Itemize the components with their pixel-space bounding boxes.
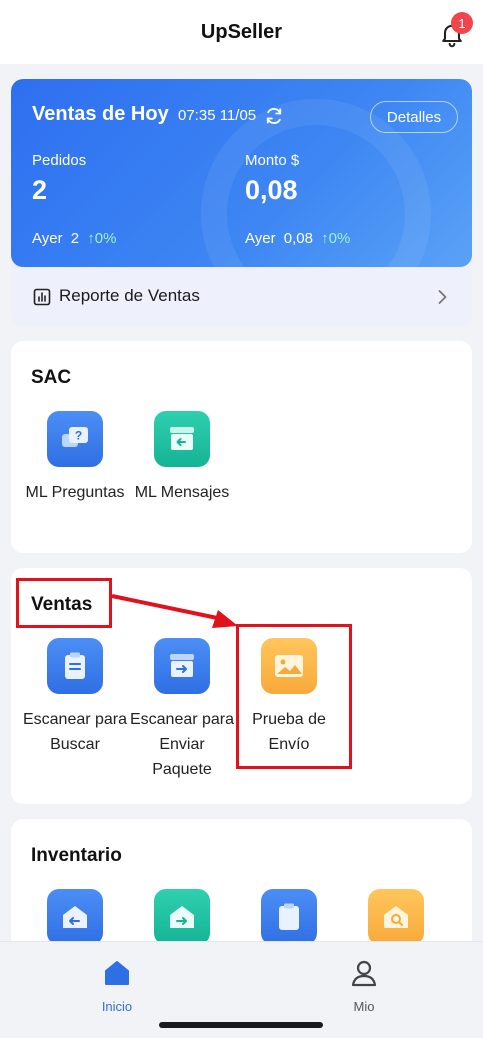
orders-change: ↑0% (87, 230, 117, 247)
orders-label: Pedidos (32, 152, 87, 169)
sales-report-label: Reporte de Ventas (59, 286, 200, 305)
inventario-title: Inventario (31, 845, 122, 866)
tile-label: Escanear para Enviar Paquete (129, 711, 235, 778)
tile-inventory-search[interactable] (343, 889, 449, 941)
amount-yesterday-label: Ayer (245, 230, 276, 247)
amount-yesterday-value: 0,08 (283, 230, 313, 247)
clipboard-icon (47, 638, 103, 694)
bar-chart-icon (33, 288, 51, 306)
home-indicator (159, 1022, 323, 1028)
chevron-right-icon (438, 290, 447, 304)
amount-change: ↑0% (321, 230, 351, 247)
sales-time: 07:35 11/05 (178, 107, 257, 124)
svg-text:?: ? (75, 429, 82, 443)
tile-label: Escanear para Buscar (22, 711, 128, 753)
tile-escanear-enviar[interactable]: Escanear para Enviar Paquete (129, 638, 235, 782)
app-title: UpSeller (200, 20, 283, 43)
top-bar: UpSeller (0, 0, 483, 64)
tile-ml-preguntas[interactable]: ? ML Preguntas (22, 411, 128, 505)
amount-label: Monto $ (245, 152, 300, 169)
stock-in-icon (47, 889, 103, 941)
main-content[interactable]: Ventas de Hoy 07:35 11/05 Detalles Pedid… (0, 64, 483, 941)
sales-report-row[interactable]: Reporte de Ventas (11, 267, 472, 327)
orders-yesterday: Ayer 2 ↑0% (32, 230, 116, 247)
amount-yesterday: Ayer 0,08 ↑0% (245, 230, 350, 247)
orders-yesterday-value: 2 (70, 230, 80, 247)
sales-title: Ventas de Hoy (32, 103, 169, 125)
tile-inventory-list[interactable] (236, 889, 342, 941)
stock-out-icon (154, 889, 210, 941)
sales-today-card: Ventas de Hoy 07:35 11/05 Detalles Pedid… (11, 79, 472, 327)
inventory-search-icon (368, 889, 424, 941)
highlight-box-prueba-envio (236, 624, 352, 769)
tile-label: ML Preguntas (25, 484, 125, 501)
home-icon (105, 961, 129, 985)
inventario-section: Inventario (11, 819, 472, 941)
tile-ml-mensajes[interactable]: ML Mensajes (129, 411, 235, 505)
message-box-icon (154, 411, 210, 467)
nav-label-inicio: Inicio (101, 999, 133, 1014)
nav-item-mio[interactable]: Mio (304, 958, 424, 1014)
tile-escanear-buscar[interactable]: Escanear para Buscar (22, 638, 128, 757)
refresh-icon[interactable] (264, 106, 284, 126)
nav-label-mio: Mio (353, 999, 375, 1014)
amount-value: 0,08 (245, 175, 298, 205)
tile-label: ML Mensajes (134, 484, 230, 501)
user-icon (351, 960, 377, 987)
inventory-list-icon (261, 889, 317, 941)
sac-title: SAC (31, 367, 72, 388)
highlight-box-ventas-title (16, 578, 112, 628)
tile-stock-in[interactable] (22, 889, 128, 941)
notification-badge: 1 (451, 12, 473, 34)
box-send-icon (154, 638, 210, 694)
orders-yesterday-label: Ayer (32, 230, 63, 247)
details-button[interactable]: Detalles (370, 101, 458, 133)
sales-summary-panel: Ventas de Hoy 07:35 11/05 Detalles Pedid… (11, 79, 472, 267)
tile-stock-out[interactable] (129, 889, 235, 941)
nav-item-inicio[interactable]: Inicio (57, 958, 177, 1014)
sac-section: SAC ? ML Preguntas ML Mensajes (11, 341, 472, 553)
question-chat-icon: ? (47, 411, 103, 467)
orders-value: 2 (32, 175, 48, 205)
